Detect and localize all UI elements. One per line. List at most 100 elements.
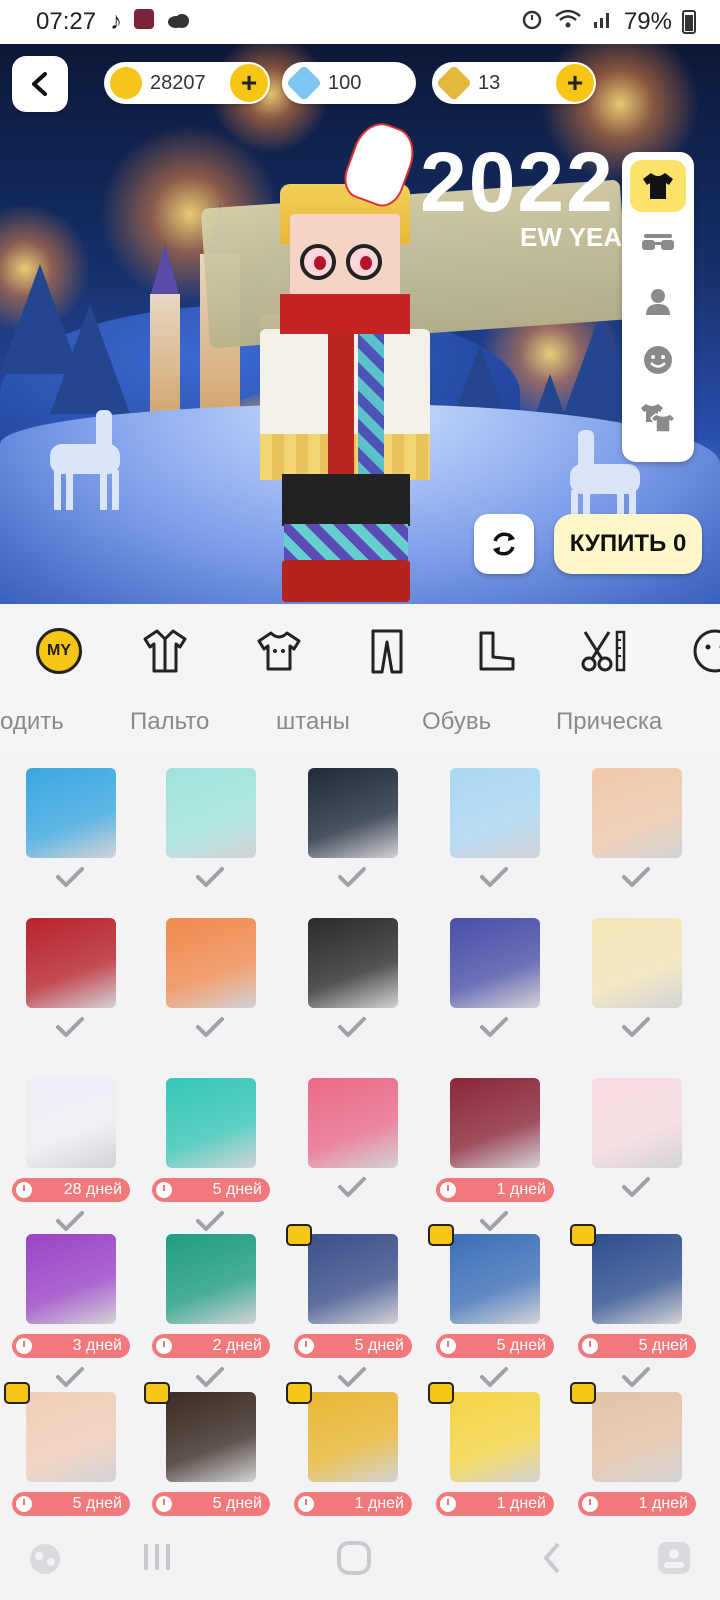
player-avatar[interactable] — [260, 116, 470, 604]
face-icon — [693, 629, 720, 673]
category-tab-hair[interactable] — [578, 626, 628, 676]
side-tab-emotes[interactable] — [630, 334, 686, 386]
rental-days-text: 2 дней — [212, 1337, 262, 1354]
item-card-banana-costume[interactable]: 1 дней — [424, 1382, 564, 1518]
category-tab-face[interactable] — [690, 626, 720, 676]
item-card-black-outfit[interactable] — [282, 758, 422, 908]
back-button[interactable] — [12, 56, 68, 112]
diamonds-balance: 100 — [282, 62, 416, 104]
gold-cube-icon — [435, 64, 473, 102]
item-thumbnail — [308, 918, 398, 1008]
item-card-black-shoes[interactable] — [282, 908, 422, 1058]
gold-coin-icon — [110, 67, 142, 99]
person-icon — [646, 289, 670, 315]
rental-days-text: 1 дней — [496, 1495, 546, 1512]
item-card-blue-shoes[interactable]: 5 дней — [282, 1224, 422, 1387]
back-nav-button[interactable] — [540, 1540, 564, 1581]
item-card-blue-hoodie[interactable] — [424, 758, 564, 908]
coat-icon — [143, 629, 187, 673]
category-label-outfit[interactable]: одить — [0, 708, 64, 736]
side-tab-body[interactable] — [630, 276, 686, 328]
item-card-red-dress[interactable] — [0, 908, 140, 1058]
item-card-gold-coat[interactable] — [566, 908, 706, 1058]
premium-badge-icon — [286, 1382, 312, 1404]
chevron-left-icon — [32, 72, 47, 96]
tshirt-icon — [257, 631, 301, 671]
accessibility-app-icon[interactable] — [656, 1540, 692, 1581]
clock-icon — [156, 1496, 172, 1512]
owned-check-icon — [52, 1012, 88, 1042]
item-card-white-hair[interactable]: 28 дней — [0, 1068, 140, 1231]
rental-duration-badge: 5 дней — [12, 1492, 130, 1516]
buy-button[interactable]: КУПИТЬ 0 — [554, 514, 702, 574]
item-thumbnail — [450, 1392, 540, 1482]
rental-duration-badge: 5 дней — [436, 1334, 554, 1358]
my-badge-icon: MY — [36, 628, 82, 674]
item-card-blue-skirt[interactable]: 5 дней — [424, 1224, 564, 1387]
category-tab-pants[interactable] — [362, 626, 412, 676]
item-card-sneakers-white[interactable] — [140, 758, 280, 908]
premium-badge-icon — [428, 1224, 454, 1246]
item-card-pink-shirt[interactable] — [566, 1068, 706, 1218]
diamonds-value: 100 — [328, 71, 362, 94]
item-thumbnail — [308, 768, 398, 858]
rental-days-text: 5 дней — [638, 1337, 688, 1354]
clock-icon — [298, 1496, 314, 1512]
rental-duration-badge: 5 дней — [294, 1334, 412, 1358]
item-thumbnail — [450, 918, 540, 1008]
category-label-hairstyle[interactable]: Прическа — [556, 708, 662, 736]
clock-icon — [298, 1338, 314, 1354]
status-time: 07:27 — [36, 8, 97, 35]
category-tab-tshirt[interactable] — [254, 626, 304, 676]
owned-check-icon — [618, 862, 654, 892]
rental-days-text: 28 дней — [63, 1181, 122, 1198]
home-button[interactable] — [336, 1540, 372, 1581]
smile-icon — [644, 346, 672, 374]
rental-days-text: 1 дней — [496, 1181, 546, 1198]
category-label-pants[interactable]: штаны — [276, 708, 350, 736]
system-navigation-bar — [0, 1518, 720, 1600]
reset-outfit-button[interactable] — [474, 514, 534, 574]
side-tab-outfits[interactable] — [630, 392, 686, 444]
item-card-gold-sneakers[interactable]: 5 дней — [140, 1068, 280, 1231]
category-tab-my[interactable]: MY — [34, 626, 84, 676]
item-card-checkered-skirt[interactable] — [424, 908, 564, 1058]
reindeer-left — [40, 404, 130, 514]
add-gold-coins-button[interactable]: + — [230, 64, 268, 102]
items-grid: 28 дней 5 дней 1 дней 3 дней 2 дней 5 дней 5 д… — [0, 758, 720, 1518]
clock-icon — [440, 1496, 456, 1512]
item-card-maroon-pants[interactable]: 1 дней — [424, 1068, 564, 1231]
boot-icon — [479, 631, 515, 671]
item-card-pink-pants[interactable] — [282, 1068, 422, 1218]
side-tab-accessories[interactable] — [630, 218, 686, 270]
item-card-blue-cap-hair[interactable] — [0, 758, 140, 908]
premium-badge-icon — [4, 1382, 30, 1404]
pine-tree — [50, 304, 130, 414]
item-card-ninja-mask-face[interactable] — [566, 758, 706, 908]
rental-duration-badge: 1 дней — [294, 1492, 412, 1516]
category-label-shoes[interactable]: Обувь — [422, 708, 491, 736]
item-thumbnail — [592, 1392, 682, 1482]
item-card-gold-sandals[interactable]: 1 дней — [282, 1382, 422, 1518]
item-card-blue-coat[interactable]: 5 дней — [566, 1224, 706, 1387]
item-card-dark-hair[interactable]: 5 дней — [140, 1382, 280, 1518]
game-app-icon[interactable] — [28, 1542, 62, 1581]
category-label-coat[interactable]: Пальто — [130, 708, 209, 736]
item-card-red-eyes-face[interactable]: 5 дней — [0, 1382, 140, 1518]
recent-apps-button[interactable] — [140, 1542, 174, 1577]
tiktok-icon: ♪ — [110, 8, 123, 35]
scissors-icon — [581, 630, 626, 672]
premium-badge-icon — [570, 1224, 596, 1246]
item-card-purple-top[interactable]: 3 дней — [0, 1224, 140, 1387]
category-tab-coat[interactable] — [140, 626, 190, 676]
item-card-orange-hair[interactable] — [140, 908, 280, 1058]
item-card-surprised-face[interactable]: 1 дней — [566, 1382, 706, 1518]
category-tab-shoes[interactable] — [472, 626, 522, 676]
owned-check-icon — [618, 1012, 654, 1042]
item-card-green-jacket[interactable]: 2 дней — [140, 1224, 280, 1387]
item-thumbnail — [592, 918, 682, 1008]
add-gold-cubes-button[interactable]: + — [556, 64, 594, 102]
side-tab-clothes[interactable] — [630, 160, 686, 212]
banner-subtitle: EW YEA — [520, 222, 623, 252]
rental-days-text: 5 дней — [212, 1495, 262, 1512]
